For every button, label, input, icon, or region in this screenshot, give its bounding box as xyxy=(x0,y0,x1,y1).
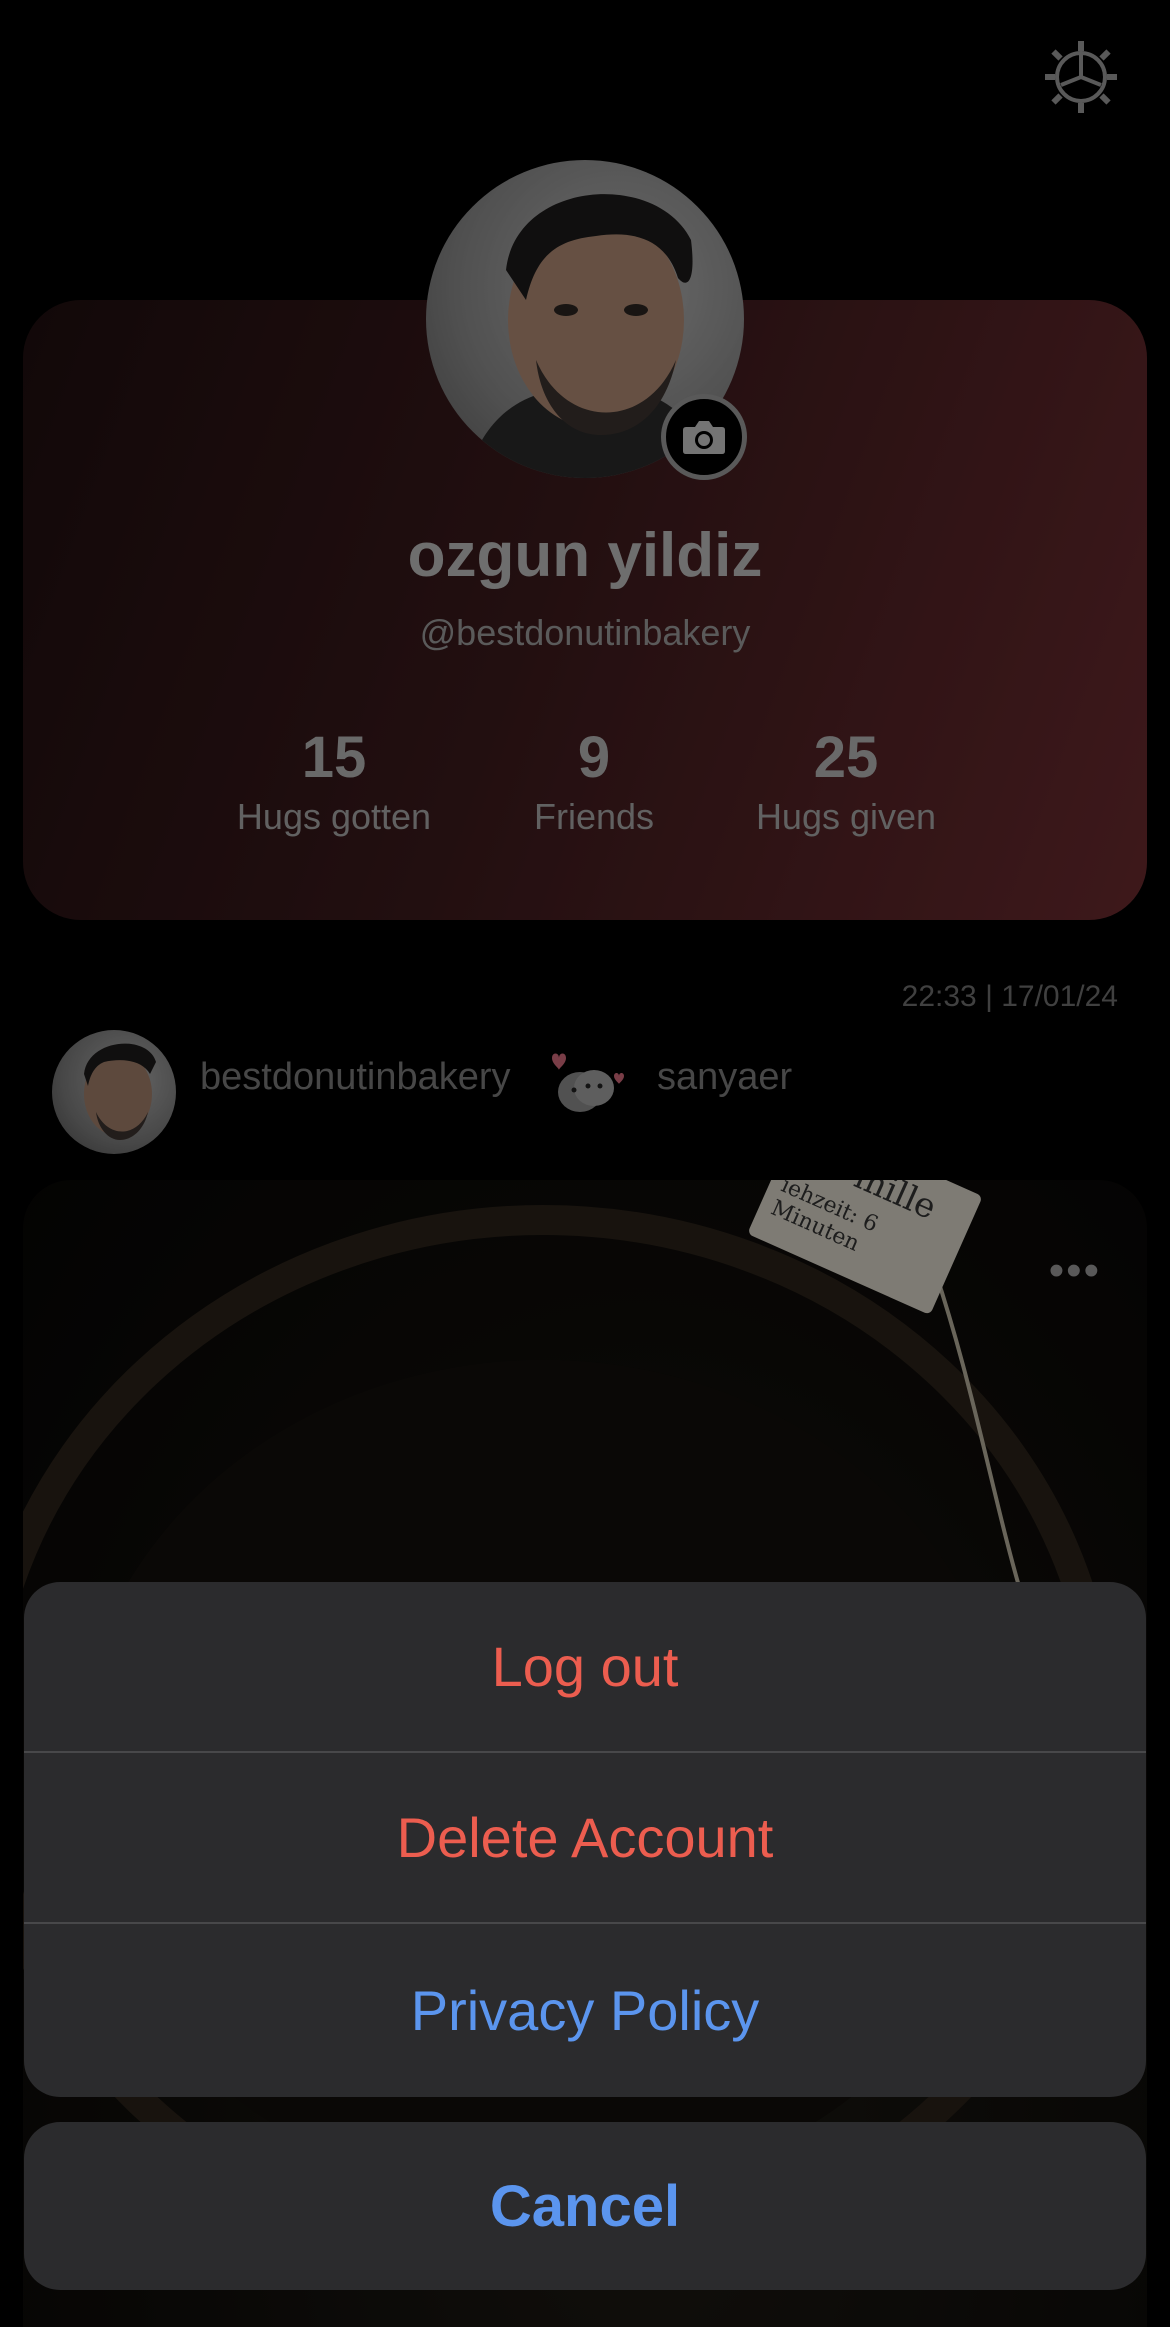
profile-screen: ozgun yildiz @bestdonutinbakery 15 Hugs … xyxy=(0,0,1170,2327)
privacy-policy-button[interactable]: Privacy Policy xyxy=(24,1924,1146,2097)
delete-account-button[interactable]: Delete Account xyxy=(24,1753,1146,1924)
log-out-button[interactable]: Log out xyxy=(24,1582,1146,1753)
action-sheet: Log out Delete Account Privacy Policy xyxy=(24,1582,1146,2097)
cancel-button[interactable]: Cancel xyxy=(24,2122,1146,2290)
